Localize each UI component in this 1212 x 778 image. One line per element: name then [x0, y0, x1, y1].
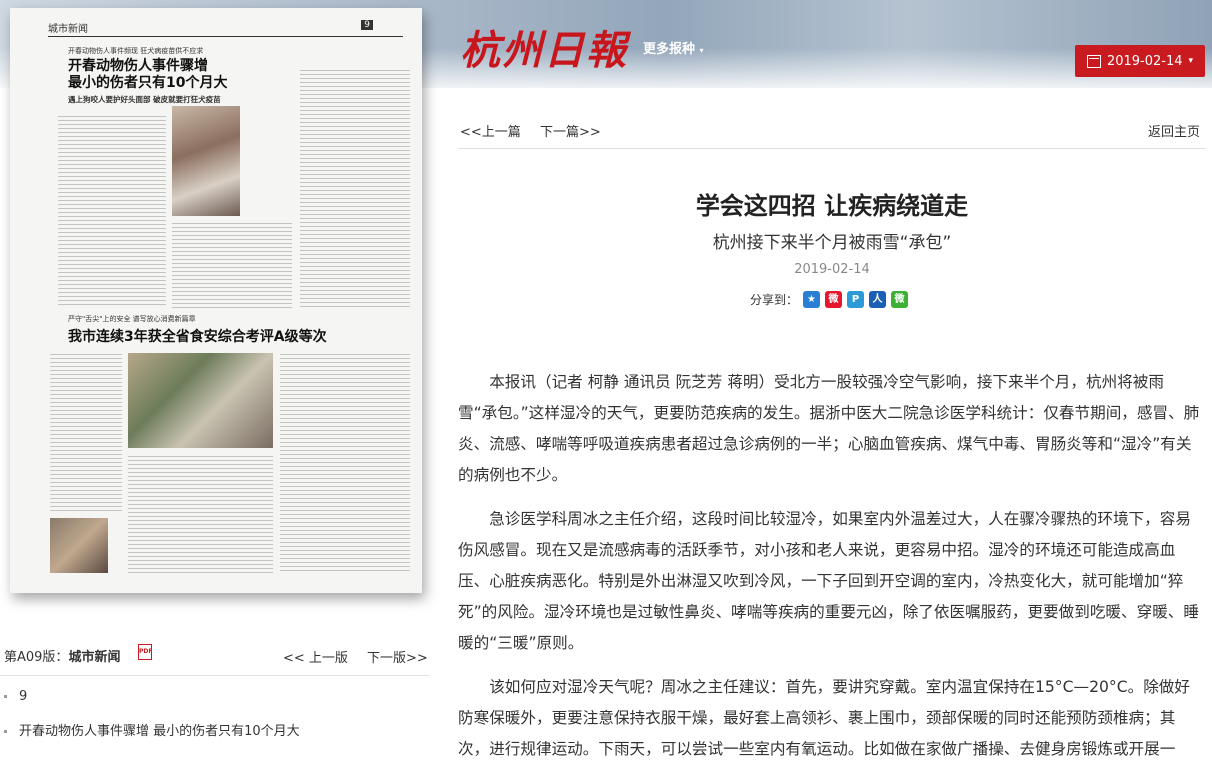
newspaper-section-name: 城市新闻: [48, 24, 88, 35]
tencent-weibo-icon[interactable]: P: [847, 291, 865, 308]
newspaper-page-image[interactable]: 城市新闻 9 开春动物伤人事件频现 狂犬病疫苗供不应求 开春动物伤人事件骤增 最…: [10, 8, 422, 593]
newspaper-subhead-1: 遇上狗咬人要护好头面部 破皮就要打狂犬疫苗: [68, 95, 221, 104]
next-page-link[interactable]: 下一版>>: [367, 647, 428, 666]
calendar-icon: [1086, 54, 1101, 68]
share-label: 分享到：: [750, 293, 799, 307]
list-item[interactable]: 9: [4, 689, 27, 704]
newspaper-text-block: [128, 456, 273, 576]
date-picker-button[interactable]: 2019-02-14 ▾: [1075, 45, 1205, 77]
page-label: 第A09版：城市新闻: [4, 646, 120, 665]
pdf-icon[interactable]: PDF: [138, 644, 152, 660]
bullet-icon: [4, 695, 7, 698]
divider: [458, 148, 1206, 149]
caret-down-icon: ▾: [699, 46, 704, 55]
list-item-label: 9: [19, 689, 28, 704]
caret-down-icon: ▾: [1188, 56, 1194, 66]
newspaper-page-number: 9: [361, 20, 373, 30]
date-picker-value: 2019-02-14: [1106, 53, 1183, 69]
article-paragraph: 该如何应对湿冷天气呢？周冰之主任建议：首先，要讲究穿戴。室内温宜保持在15°C—…: [458, 678, 1190, 758]
wechat-icon[interactable]: 微: [891, 291, 909, 308]
newspaper-kicker-2: 严守"舌尖"上的安全 谱写放心消费新篇章: [68, 315, 196, 323]
page-label-prefix: 第A09版：: [4, 650, 69, 665]
newspaper-text-block: [50, 354, 122, 514]
newspaper-text-block: [280, 354, 410, 574]
newspaper-photo-2: [128, 353, 273, 448]
article-subtitle: 杭州接下来半个月被雨雪“承包”: [712, 233, 952, 253]
newspaper-section-header: 城市新闻 9: [48, 20, 403, 37]
newspaper-text-block: [58, 116, 166, 306]
renren-icon[interactable]: 人: [869, 291, 887, 308]
article-paragraph: 本报讯（记者 柯静 通讯员 阮芝芳 蒋明）受北方一股较强冷空气影响，接下来半个月…: [458, 373, 1200, 484]
article-paragraph: 急诊医学科周冰之主任介绍，这段时间比较湿冷，如果室内外温差过大，人在骤冷骤热的环…: [458, 510, 1199, 652]
list-item[interactable]: 开春动物伤人事件骤增 最小的伤者只有10个月大: [4, 720, 300, 739]
weibo-icon[interactable]: 微: [825, 291, 843, 308]
divider: [0, 675, 430, 676]
page-label-name: 城市新闻: [68, 650, 121, 665]
article-title: 学会这四招 让疾病绕道走: [695, 192, 969, 220]
bullet-icon: [4, 730, 7, 733]
prev-page-link[interactable]: << 上一版: [283, 647, 348, 666]
more-papers-dropdown[interactable]: 更多报种 ▾: [643, 38, 704, 57]
logo[interactable]: 杭州日報: [460, 18, 628, 76]
share-bar: 分享到： ★ 微 P 人 微: [750, 291, 909, 308]
newspaper-photo-3: [50, 518, 108, 573]
article-date: 2019-02-14: [794, 262, 870, 277]
list-item-label: 开春动物伤人事件骤增 最小的伤者只有10个月大: [19, 724, 300, 739]
newspaper-kicker-1: 开春动物伤人事件频现 狂犬病疫苗供不应求: [68, 47, 204, 55]
newspaper-headline-1b: 最小的伤者只有10个月大: [68, 75, 228, 91]
prev-article-link[interactable]: <<上一篇: [460, 121, 521, 140]
newspaper-headline-2[interactable]: 我市连续3年获全省食安综合考评A级等次: [68, 326, 327, 346]
newspaper-headline-1[interactable]: 开春动物伤人事件骤增 最小的伤者只有10个月大: [68, 58, 227, 92]
newspaper-headline-1a: 开春动物伤人事件骤增: [68, 58, 208, 74]
qzone-icon[interactable]: ★: [803, 291, 821, 308]
newspaper-text-block: [172, 223, 292, 308]
home-link[interactable]: 返回主页: [1148, 121, 1200, 140]
article-body: 本报讯（记者 柯静 通讯员 阮芝芳 蒋明）受北方一股较强冷空气影响，接下来半个月…: [458, 367, 1200, 778]
newspaper-photo-1: [172, 106, 240, 216]
next-article-link[interactable]: 下一篇>>: [540, 121, 601, 140]
newspaper-text-block: [300, 70, 410, 310]
more-papers-label: 更多报种: [643, 42, 696, 57]
